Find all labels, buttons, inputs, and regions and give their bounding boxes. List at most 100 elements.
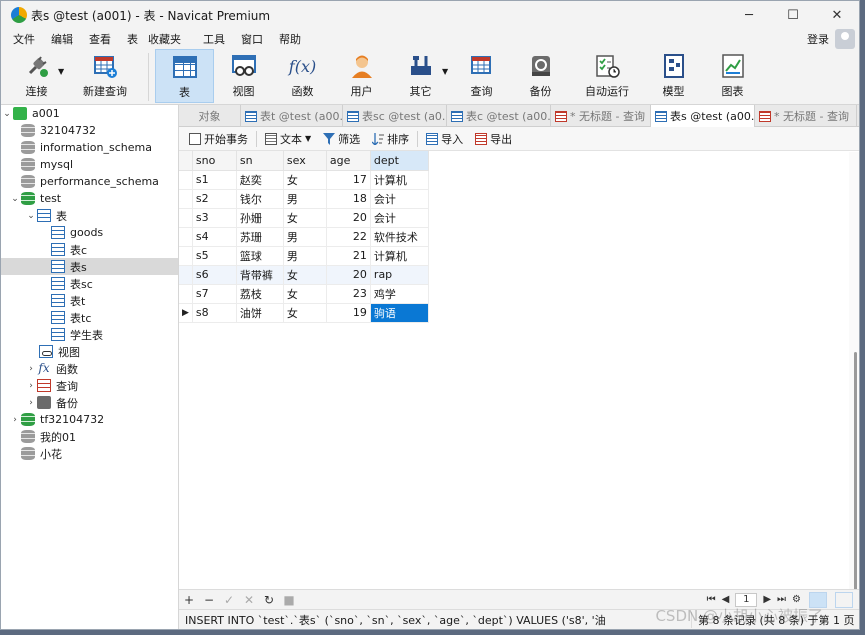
tab-table-sc[interactable]: 表sc @test (a0... bbox=[343, 105, 447, 127]
column-header-dept[interactable]: dept bbox=[370, 151, 429, 171]
tab-table-s[interactable]: 表s @test (a00... bbox=[651, 105, 755, 127]
collapse-icon[interactable]: ⌄ bbox=[9, 194, 21, 204]
table-row[interactable]: s1 赵奕 女 17 计算机 bbox=[179, 170, 429, 190]
cell-sex[interactable]: 女 bbox=[283, 265, 327, 285]
cell-age[interactable]: 20 bbox=[326, 208, 371, 228]
cell-sno[interactable]: s7 bbox=[192, 284, 237, 304]
cell-sno[interactable]: s2 bbox=[192, 189, 237, 209]
tree-table-sc[interactable]: 表sc bbox=[1, 275, 178, 292]
minimize-button[interactable]: ─ bbox=[727, 1, 771, 29]
expand-icon[interactable]: › bbox=[9, 415, 21, 425]
cell-sex[interactable]: 男 bbox=[283, 227, 327, 247]
expand-icon[interactable]: › bbox=[25, 364, 37, 374]
model-button[interactable]: 模型 bbox=[644, 49, 703, 103]
menu-favorites[interactable]: 收藏夹 bbox=[140, 31, 189, 47]
tree-table-students[interactable]: 学生表 bbox=[1, 326, 178, 343]
last-page-icon[interactable]: ⏭ bbox=[777, 594, 786, 605]
tree-db-32104732[interactable]: 32104732 bbox=[1, 122, 178, 139]
tree-table-tc[interactable]: 表tc bbox=[1, 309, 178, 326]
tree-table-t[interactable]: 表t bbox=[1, 292, 178, 309]
other-button[interactable]: 其它 bbox=[391, 49, 450, 103]
form-view-icon[interactable] bbox=[835, 591, 853, 608]
table-row[interactable]: s4 苏珊 男 22 软件技术 bbox=[179, 227, 429, 247]
tree-db-mysql[interactable]: mysql bbox=[1, 156, 178, 173]
cell-dept[interactable]: 会计 bbox=[370, 189, 429, 209]
table-row[interactable]: s5 篮球 男 21 计算机 bbox=[179, 246, 429, 266]
collapse-icon[interactable]: ⌄ bbox=[25, 211, 37, 221]
cell-age[interactable]: 23 bbox=[326, 284, 371, 304]
cell-sn[interactable]: 篮球 bbox=[236, 246, 284, 266]
table-row[interactable]: s3 孙姗 女 20 会计 bbox=[179, 208, 429, 228]
discard-changes-button[interactable]: ✕ bbox=[239, 593, 259, 607]
cell-sn[interactable]: 苏珊 bbox=[236, 227, 284, 247]
import-button[interactable]: 导入 bbox=[420, 131, 469, 147]
cell-sn[interactable]: 赵奕 bbox=[236, 170, 284, 190]
tree-db-test[interactable]: ⌄ test bbox=[1, 190, 178, 207]
cell-sn[interactable]: 孙姗 bbox=[236, 208, 284, 228]
cell-sno[interactable]: s4 bbox=[192, 227, 237, 247]
query-button[interactable]: 查询 bbox=[452, 49, 511, 103]
tree-db-tf32104732[interactable]: › tf32104732 bbox=[1, 411, 178, 428]
tree-queries-folder[interactable]: › 查询 bbox=[1, 377, 178, 394]
begin-transaction-button[interactable]: 开始事务 bbox=[183, 131, 254, 147]
grid-view-icon[interactable] bbox=[809, 591, 827, 608]
cell-sno[interactable]: s6 bbox=[192, 265, 237, 285]
vertical-scrollbar[interactable] bbox=[849, 152, 859, 592]
cell-sn[interactable]: 油饼 bbox=[236, 303, 284, 323]
column-header-sn[interactable]: sn bbox=[236, 151, 284, 171]
tree-table-goods[interactable]: goods bbox=[1, 224, 178, 241]
cell-sex[interactable]: 男 bbox=[283, 189, 327, 209]
tree-db-my01[interactable]: 我的01 bbox=[1, 428, 178, 445]
cell-dept[interactable]: rap bbox=[370, 265, 429, 285]
menu-edit[interactable]: 编辑 bbox=[43, 31, 81, 47]
cell-dept[interactable]: 计算机 bbox=[370, 246, 429, 266]
cell-dept[interactable]: 软件技术 bbox=[370, 227, 429, 247]
tree-views-folder[interactable]: 视图 bbox=[1, 343, 178, 360]
tree-table-c[interactable]: 表c bbox=[1, 241, 178, 258]
export-button[interactable]: 导出 bbox=[469, 131, 518, 147]
table-button[interactable]: 表 bbox=[155, 49, 214, 103]
tab-objects[interactable]: 对象 bbox=[179, 105, 241, 127]
cell-sex[interactable]: 女 bbox=[283, 208, 327, 228]
page-number-input[interactable]: 1 bbox=[735, 592, 758, 607]
add-record-button[interactable]: + bbox=[179, 593, 199, 607]
menu-help[interactable]: 帮助 bbox=[271, 31, 309, 47]
tree-db-information-schema[interactable]: information_schema bbox=[1, 139, 178, 156]
column-header-age[interactable]: age bbox=[326, 151, 371, 171]
first-page-icon[interactable]: ⏮ bbox=[707, 594, 716, 605]
cell-sn[interactable]: 钱尔 bbox=[236, 189, 284, 209]
cell-sex[interactable]: 女 bbox=[283, 170, 327, 190]
table-row[interactable]: s6 背带裤 女 20 rap bbox=[179, 265, 429, 285]
cell-sex[interactable]: 女 bbox=[283, 284, 327, 304]
cell-age[interactable]: 21 bbox=[326, 246, 371, 266]
connect-button[interactable]: 连接 bbox=[7, 49, 66, 103]
tree-backups-folder[interactable]: › 备份 bbox=[1, 394, 178, 411]
chart-button[interactable]: 图表 bbox=[703, 49, 762, 103]
table-row-current[interactable]: ▶ s8 油饼 女 19 驹语 bbox=[179, 303, 429, 323]
collapse-icon[interactable]: ⌄ bbox=[1, 109, 13, 119]
tree-tables-folder[interactable]: ⌄ 表 bbox=[1, 207, 178, 224]
cell-dept[interactable]: 计算机 bbox=[370, 170, 429, 190]
cell-dept[interactable]: 会计 bbox=[370, 208, 429, 228]
cell-sno[interactable]: s1 bbox=[192, 170, 237, 190]
tree-table-s[interactable]: 表s bbox=[1, 258, 178, 275]
function-button[interactable]: f(x) 函数 bbox=[273, 49, 332, 103]
view-button[interactable]: 视图 bbox=[214, 49, 273, 103]
cell-sn[interactable]: 背带裤 bbox=[236, 265, 284, 285]
apply-changes-button[interactable]: ✓ bbox=[219, 593, 239, 607]
cell-sex[interactable]: 男 bbox=[283, 246, 327, 266]
menu-file[interactable]: 文件 bbox=[5, 31, 43, 47]
cell-sno[interactable]: s3 bbox=[192, 208, 237, 228]
tab-untitled-query-1[interactable]: * 无标题 - 查询 bbox=[551, 105, 651, 127]
backup-button[interactable]: 备份 bbox=[511, 49, 570, 103]
menu-table[interactable]: 表 bbox=[119, 31, 140, 47]
menu-view[interactable]: 查看 bbox=[81, 31, 119, 47]
menu-window[interactable]: 窗口 bbox=[233, 31, 271, 47]
table-row[interactable]: s7 荔枝 女 23 鸡学 bbox=[179, 284, 429, 304]
other-dropdown-icon[interactable]: ▼ bbox=[442, 67, 452, 76]
scrollbar-thumb[interactable] bbox=[854, 352, 857, 592]
tree-db-xiaohua[interactable]: 小花 bbox=[1, 445, 178, 462]
avatar[interactable] bbox=[835, 29, 855, 49]
cell-age[interactable]: 22 bbox=[326, 227, 371, 247]
filter-button[interactable]: 筛选 bbox=[317, 131, 366, 147]
